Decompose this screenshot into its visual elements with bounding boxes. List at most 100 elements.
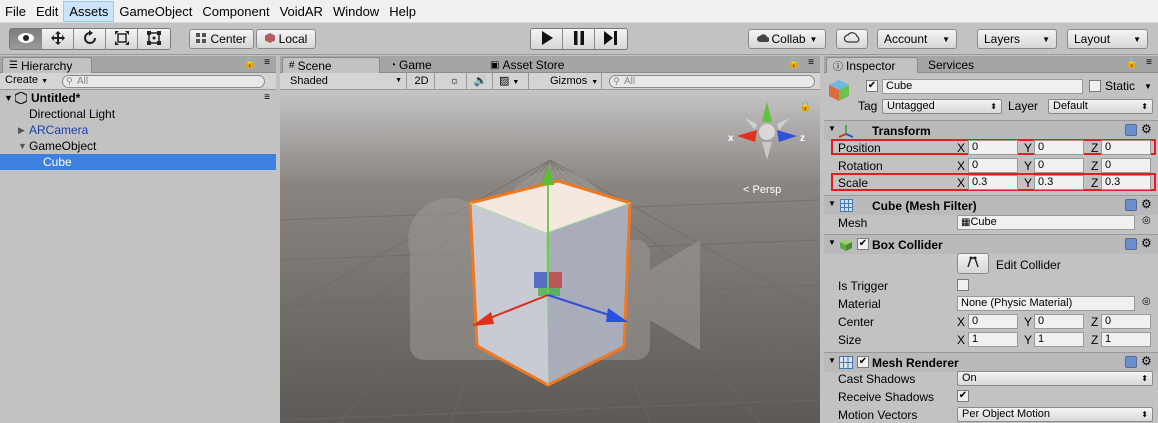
receive-shadows-checkbox[interactable]: ✔ [957, 390, 969, 402]
hierarchy-item-cube[interactable]: Cube [0, 154, 276, 170]
scale-tool-button[interactable] [106, 29, 138, 49]
lock-icon[interactable]: 🔒 [244, 58, 256, 69]
play-button[interactable] [531, 29, 563, 49]
step-button[interactable] [595, 29, 627, 49]
cloud-services-button[interactable] [836, 29, 868, 49]
layout-dropdown[interactable]: Layout ▼ [1067, 29, 1148, 49]
gear-icon[interactable]: ⚙ [1141, 354, 1152, 368]
box-collider-enabled-checkbox[interactable]: ✔ [857, 238, 869, 250]
menu-window[interactable]: Window [328, 1, 384, 22]
lock-icon[interactable]: 🔒 [1126, 58, 1138, 69]
panel-menu-icon[interactable]: ≡ [264, 57, 270, 68]
lighting-toggle[interactable]: ☼ [443, 73, 467, 89]
size-x-input[interactable]: 1 [968, 332, 1018, 347]
menu-gameobject[interactable]: GameObject [114, 1, 197, 22]
gear-icon[interactable]: ⚙ [1141, 122, 1152, 136]
scene-name: Untitled* [31, 91, 81, 105]
persp-label[interactable]: < Persp [743, 184, 781, 196]
rotation-z-input[interactable]: 0 [1101, 158, 1151, 173]
rotate-tool-button[interactable] [74, 29, 106, 49]
center-x-input[interactable]: 0 [968, 314, 1018, 329]
scene-lock-icon[interactable]: 🔒 [799, 100, 811, 112]
position-y-input[interactable]: 0 [1034, 140, 1084, 155]
mesh-object-field[interactable]: ▦Cube [957, 215, 1135, 230]
static-checkbox[interactable] [1089, 80, 1101, 92]
mesh-renderer-enabled-checkbox[interactable]: ✔ [857, 356, 869, 368]
menu-component[interactable]: Component [197, 1, 274, 22]
chevron-down-icon[interactable]: ▼ [1144, 82, 1152, 91]
help-book-icon[interactable] [1125, 124, 1137, 136]
mesh-filter-header[interactable]: ▼ Cube (Mesh Filter) ⚙ [824, 195, 1158, 215]
cast-shadows-dropdown[interactable]: On ⬍ [957, 371, 1153, 386]
size-y-input[interactable]: 1 [1034, 332, 1084, 347]
menu-assets[interactable]: Assets [63, 0, 115, 22]
object-picker-icon[interactable]: ◎ [1142, 215, 1151, 226]
mode-2d-toggle[interactable]: 2D [409, 73, 435, 89]
motion-vectors-dropdown[interactable]: Per Object Motion ⬍ [957, 407, 1153, 422]
tab-game[interactable]: ◔ Game [384, 57, 474, 73]
position-x-input[interactable]: 0 [968, 140, 1018, 155]
shading-mode-dropdown[interactable]: Shaded ▼ [286, 73, 407, 89]
gear-icon[interactable]: ⚙ [1141, 236, 1152, 250]
object-picker-icon[interactable]: ◎ [1142, 296, 1151, 307]
rotation-x-input[interactable]: 0 [968, 158, 1018, 173]
hierarchy-item-gameobject[interactable]: ▼ GameObject [0, 138, 276, 154]
gizmos-dropdown[interactable]: Gizmos ▼ [546, 73, 602, 89]
position-z-input[interactable]: 0 [1101, 140, 1151, 155]
tag-dropdown[interactable]: Untagged ⬍ [882, 99, 1002, 114]
scale-x-input[interactable]: 0.3 [968, 175, 1018, 190]
lock-icon[interactable]: 🔒 [788, 58, 800, 69]
center-y-input[interactable]: 0 [1034, 314, 1084, 329]
scene-menu-icon[interactable]: ≡ [264, 90, 270, 106]
object-name-input[interactable]: Cube [882, 79, 1083, 94]
audio-toggle[interactable]: 🔊 [469, 73, 493, 89]
scale-y-input[interactable]: 0.3 [1034, 175, 1084, 190]
scene-search-input[interactable]: ⚲ All [609, 75, 815, 88]
panel-menu-icon[interactable]: ≡ [808, 57, 814, 68]
material-object-field[interactable]: None (Physic Material) [957, 296, 1135, 311]
hierarchy-item-directional-light[interactable]: Directional Light [0, 106, 276, 122]
hierarchy-search-input[interactable]: ⚲ All [62, 75, 265, 88]
rotation-y-input[interactable]: 0 [1034, 158, 1084, 173]
tab-asset-store[interactable]: ▣ Asset Store [484, 57, 584, 73]
view-tool-button[interactable] [10, 29, 42, 49]
tab-inspector[interactable]: ⓘ Inspector [826, 57, 918, 73]
mesh-renderer-header[interactable]: ▼ ✔ Mesh Renderer ⚙ [824, 352, 1158, 372]
menu-file[interactable]: File [0, 1, 31, 22]
collab-dropdown[interactable]: Collab ▼ [748, 29, 826, 49]
pivot-local-button[interactable]: Local [256, 29, 316, 49]
create-dropdown[interactable]: Create ▼ [5, 74, 48, 86]
menu-edit[interactable]: Edit [31, 1, 63, 22]
menu-help[interactable]: Help [384, 1, 421, 22]
hierarchy-item-arcamera[interactable]: ▶ ARCamera [0, 122, 276, 138]
layer-dropdown[interactable]: Default ⬍ [1048, 99, 1153, 114]
is-trigger-checkbox[interactable] [957, 279, 969, 291]
scene-root-row[interactable]: ▼ Untitled* ≡ [0, 90, 276, 106]
help-book-icon[interactable] [1125, 238, 1137, 250]
move-tool-button[interactable] [42, 29, 74, 49]
scene-viewport[interactable]: x z < Persp 🔒 [280, 90, 820, 423]
scale-z-input[interactable]: 0.3 [1101, 175, 1151, 190]
help-book-icon[interactable] [1125, 199, 1137, 211]
tab-scene[interactable]: # Scene [282, 57, 380, 73]
scene-toolbar: Shaded ▼ 2D ☼ 🔊 ▨ ▼ Gizmos ▼ ⚲ All [280, 73, 820, 90]
menu-voidar[interactable]: VoidAR [275, 1, 328, 22]
selected-cube[interactable] [468, 165, 632, 387]
size-z-input[interactable]: 1 [1101, 332, 1151, 347]
effects-dropdown[interactable]: ▨ ▼ [495, 73, 529, 89]
pivot-center-button[interactable]: Center [189, 29, 254, 49]
box-collider-header[interactable]: ▼ ✔ Box Collider ⚙ [824, 234, 1158, 254]
help-book-icon[interactable] [1125, 356, 1137, 368]
edit-collider-button[interactable] [957, 253, 989, 274]
pause-button[interactable] [563, 29, 595, 49]
active-checkbox[interactable]: ✔ [866, 80, 878, 92]
gear-icon[interactable]: ⚙ [1141, 197, 1152, 211]
rect-tool-button[interactable] [138, 29, 170, 49]
account-dropdown[interactable]: Account ▼ [877, 29, 957, 49]
tab-services[interactable]: Services [922, 57, 992, 73]
panel-menu-icon[interactable]: ≡ [1146, 57, 1152, 68]
layers-dropdown[interactable]: Layers ▼ [977, 29, 1057, 49]
center-z-input[interactable]: 0 [1101, 314, 1151, 329]
transform-header[interactable]: ▼ Transform ⚙ [824, 120, 1158, 140]
tab-hierarchy[interactable]: ☰ Hierarchy [2, 57, 92, 73]
